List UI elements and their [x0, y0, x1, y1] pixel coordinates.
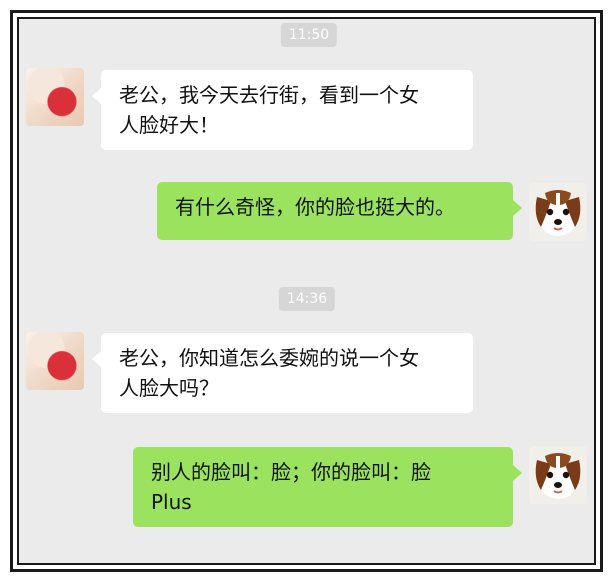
avatar-rose-icon[interactable]	[26, 68, 84, 126]
message-line: 人脸好大！	[119, 113, 219, 137]
timestamp: 14:36	[278, 287, 336, 311]
outgoing-message-bubble[interactable]: 有什么奇怪，你的脸也挺大的。	[157, 182, 522, 240]
puppy-face-icon	[529, 183, 587, 241]
message-line: 老公，我今天去行街，看到一个女	[119, 83, 419, 107]
puppy-face-icon	[529, 446, 587, 504]
avatar-puppy-icon[interactable]	[529, 183, 587, 241]
message-line: 人脸大吗？	[119, 376, 219, 400]
incoming-message-bubble[interactable]: 老公，我今天去行街，看到一个女 人脸好大！	[92, 70, 473, 150]
avatar-puppy-icon[interactable]	[529, 446, 587, 504]
incoming-message-bubble[interactable]: 老公，你知道怎么委婉的说一个女 人脸大吗？	[92, 333, 473, 413]
message-line: Plus	[151, 490, 192, 514]
message-line: 老公，你知道怎么委婉的说一个女	[119, 346, 419, 370]
message-line: 有什么奇怪，你的脸也挺大的。	[175, 195, 455, 219]
timestamp: 11:50	[280, 23, 338, 47]
outgoing-message-bubble[interactable]: 别人的脸叫：脸；你的脸叫：脸 Plus	[133, 447, 522, 527]
message-line: 别人的脸叫：脸；你的脸叫：脸	[151, 460, 431, 484]
avatar-rose-icon[interactable]	[26, 332, 84, 390]
chat-window: 11:50 老公，我今天去行街，看到一个女 人脸好大！ 有什么奇怪，你的脸也挺大…	[17, 17, 596, 565]
